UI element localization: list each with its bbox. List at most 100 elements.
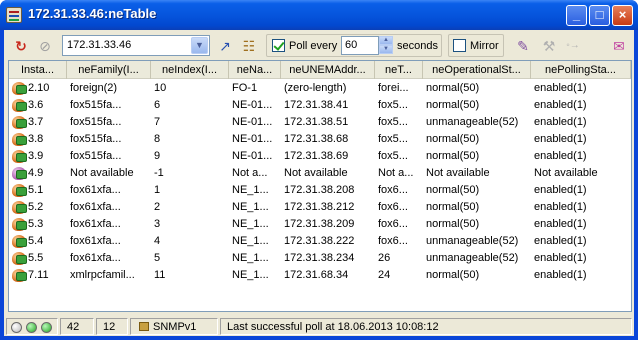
status-bar: 42 12 SNMPv1 Last successful poll at 18.…	[4, 316, 634, 336]
table-row[interactable]: 4.9 Not available -1 Not a... Not available N…	[9, 165, 631, 182]
stop-polling-icon[interactable]: ⊘	[36, 37, 54, 55]
table-cell: 3	[154, 218, 161, 230]
status-message: Last successful poll at 18.06.2013 10:08…	[220, 318, 632, 335]
led-green-icon	[26, 322, 37, 333]
table-row[interactable]: 7.11 xmlrpcfamil... 11 NE_1... 172.31.68.34 2…	[9, 267, 631, 284]
table-cell: enabled(1)	[534, 150, 587, 162]
status-count-rows: 12	[96, 318, 128, 335]
poll-checkbox[interactable]	[272, 39, 285, 52]
table-row[interactable]: 3.9 fox515fa... 9 NE-01... 172.31.38.69 fox5.…	[9, 148, 631, 165]
stepper-down-icon[interactable]: ▼	[379, 45, 393, 54]
mirror-group: Mirror	[448, 34, 504, 57]
table-cell: Not available	[284, 167, 348, 179]
table-cell: foreign(2)	[70, 82, 118, 94]
table-cell: 4	[154, 235, 161, 247]
table-cell: fox5...	[378, 150, 408, 162]
column-header[interactable]: neUNEMAddr...	[281, 61, 375, 79]
table-cell: 7.11	[28, 269, 49, 281]
table-cell: fox61xfa...	[70, 218, 121, 230]
table-cell: normal(50)	[426, 218, 480, 230]
table-row[interactable]: 3.6 fox515fa... 6 NE-01... 172.31.38.41 fox5.…	[9, 97, 631, 114]
table-cell: 5.3	[28, 218, 44, 230]
table-cell: fox6...	[378, 235, 408, 247]
network-element-icon	[12, 201, 27, 214]
table-cell: fox515fa...	[70, 99, 122, 111]
status-protocol: SNMPv1	[130, 318, 218, 335]
table-cell: fox515fa...	[70, 150, 122, 162]
table-cell: 3.7	[28, 116, 44, 128]
close-button[interactable]: ×	[612, 5, 633, 26]
table-row[interactable]: 5.1 fox61xfa... 1 NE_1... 172.31.38.208 fox6.…	[9, 182, 631, 199]
table-row[interactable]: 3.8 fox515fa... 8 NE-01... 172.31.38.68 fox5.…	[9, 131, 631, 148]
table-row[interactable]: 5.3 fox61xfa... 3 NE_1... 172.31.38.209 fox6.…	[9, 216, 631, 233]
table-row[interactable]: 5.5 fox61xfa... 5 NE_1... 172.31.38.234 26 unm…	[9, 250, 631, 267]
table-cell: 172.31.38.68	[284, 133, 349, 145]
table-cell: forei...	[378, 82, 409, 94]
refresh-icon[interactable]: ↻	[12, 37, 30, 55]
table-cell: NE-01...	[232, 99, 273, 111]
chevron-down-icon[interactable]: ▼	[191, 37, 208, 54]
column-header[interactable]: Insta...	[9, 61, 67, 79]
table-cell: NE_1...	[232, 269, 269, 281]
column-header[interactable]: nePollingSta...	[531, 61, 631, 79]
table-cell: 172.31.38.222	[284, 235, 355, 247]
table-row[interactable]: 3.7 fox515fa... 7 NE-01... 172.31.38.51 fox5.…	[9, 114, 631, 131]
minimize-button[interactable]: _	[566, 5, 587, 26]
network-element-icon	[12, 99, 27, 112]
edit-icon[interactable]: ✎	[514, 37, 532, 55]
table-cell: FO-1	[232, 82, 258, 94]
tools-icon[interactable]: ⚒	[540, 37, 558, 55]
table-cell: 11	[154, 269, 166, 281]
column-header[interactable]: neIndex(I...	[151, 61, 229, 79]
table-cell: 172.31.38.69	[284, 150, 349, 162]
table-cell: enabled(1)	[534, 269, 587, 281]
table-cell: Not available	[70, 167, 134, 179]
maximize-button[interactable]: □	[589, 5, 610, 26]
poll-group: Poll every 60 ▲ ▼ seconds	[266, 34, 442, 57]
stepper-up-icon[interactable]: ▲	[379, 36, 393, 45]
chart-icon[interactable]: ↗	[216, 37, 234, 55]
table-cell: enabled(1)	[534, 82, 587, 94]
table-cell: 10	[154, 82, 167, 94]
export-icon[interactable]: ✉	[610, 37, 628, 55]
table-row[interactable]: 5.2 fox61xfa... 2 NE_1... 172.31.38.212 fox6.…	[9, 199, 631, 216]
mirror-checkbox[interactable]	[453, 39, 466, 52]
network-element-icon	[12, 116, 27, 129]
address-combobox[interactable]: 172.31.33.46 ▼	[62, 35, 210, 56]
table-cell: fox5...	[378, 133, 408, 145]
table-cell: fox61xfa...	[70, 184, 121, 196]
table-cell: 26	[378, 252, 391, 264]
table-cell: NE_1...	[232, 184, 269, 196]
link-icon[interactable]: ◦→	[564, 37, 582, 55]
table-cell: 1	[154, 184, 161, 196]
ne-table[interactable]: Insta... neFamily(I... neIndex(I... neNa...…	[8, 60, 632, 312]
table-cell: enabled(1)	[534, 184, 587, 196]
table-cell: NE_1...	[232, 235, 269, 247]
table-cell: unmanageable(52)	[426, 116, 519, 128]
table-row[interactable]: 5.4 fox61xfa... 4 NE_1... 172.31.38.222 fox6.…	[9, 233, 631, 250]
network-element-icon	[12, 218, 27, 231]
tree-view-icon[interactable]: ☷	[240, 37, 258, 55]
table-cell: fox61xfa...	[70, 252, 121, 264]
column-header[interactable]: neFamily(I...	[67, 61, 151, 79]
table-cell: 3.9	[28, 150, 44, 162]
network-element-icon	[12, 167, 27, 180]
table-cell: 172.31.38.212	[284, 201, 355, 213]
table-cell: normal(50)	[426, 99, 480, 111]
column-header[interactable]: neNa...	[229, 61, 281, 79]
table-cell: NE_1...	[232, 201, 269, 213]
title-bar[interactable]: 172.31.33.46:neTable _ □ ×	[0, 0, 638, 30]
table-cell: 5.1	[28, 184, 44, 196]
column-header[interactable]: neT...	[375, 61, 423, 79]
status-leds	[6, 318, 58, 335]
table-cell: 172.31.38.51	[284, 116, 349, 128]
window-title: 172.31.33.46:neTable	[28, 6, 157, 21]
table-cell: 172.31.38.209	[284, 218, 355, 230]
table-cell: normal(50)	[426, 150, 480, 162]
column-header[interactable]: neOperationalSt...	[423, 61, 531, 79]
table-cell: 3.8	[28, 133, 44, 145]
table-cell: xmlrpcfamil...	[70, 269, 135, 281]
poll-interval-stepper[interactable]: ▲ ▼	[379, 36, 393, 55]
table-row[interactable]: 2.10 foreign(2) 10 FO-1 (zero-length) forei..…	[9, 80, 631, 97]
poll-interval-input[interactable]: 60	[341, 36, 379, 55]
